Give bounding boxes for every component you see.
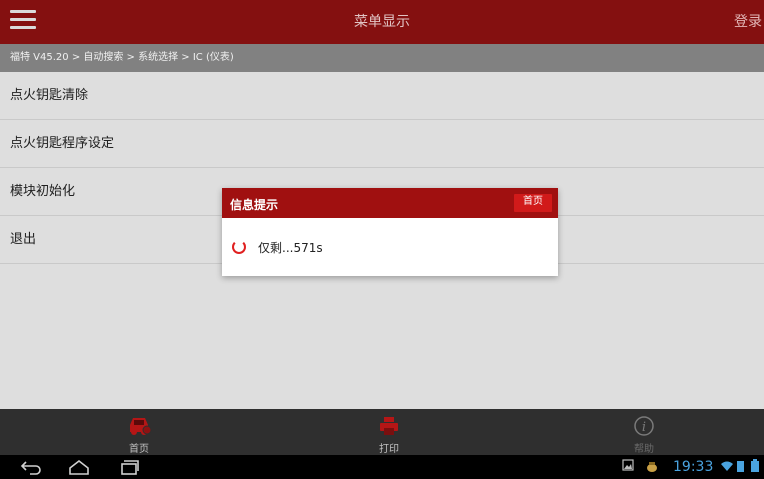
battery-icon (751, 459, 759, 472)
dialog-title: 信息提示 (230, 198, 279, 212)
tab-help[interactable]: i 帮助 (584, 409, 704, 455)
home-icon[interactable] (68, 459, 90, 475)
system-navigation-bar: 19:33 (0, 455, 764, 479)
printer-icon (380, 417, 398, 435)
back-icon[interactable] (20, 459, 42, 475)
wifi-icon (721, 461, 733, 471)
tab-print[interactable]: 打印 (329, 409, 449, 455)
tab-print-label: 打印 (379, 444, 399, 455)
app-notification-icon (647, 462, 657, 472)
status-clock: 19:33 (673, 459, 714, 475)
tab-home[interactable]: 首页 (79, 409, 199, 455)
tab-help-label: 帮助 (634, 444, 654, 455)
tab-home-label: 首页 (129, 444, 149, 455)
car-icon (130, 418, 152, 435)
svg-text:i: i (642, 420, 646, 435)
signal-icon (737, 461, 744, 472)
dialog-header: 信息提示 首页 (222, 188, 558, 218)
bottom-action-bar: 首页 打印 i 帮助 (0, 409, 764, 455)
info-dialog: 信息提示 首页 仅剩...571s (222, 188, 558, 276)
info-icon: i (634, 416, 654, 436)
recent-apps-icon[interactable] (118, 459, 140, 475)
gallery-notification-icon (622, 459, 634, 471)
dialog-home-button[interactable]: 首页 (514, 194, 552, 212)
countdown-message: 仅剩...571s (258, 241, 323, 255)
loading-spinner-icon (232, 240, 246, 254)
